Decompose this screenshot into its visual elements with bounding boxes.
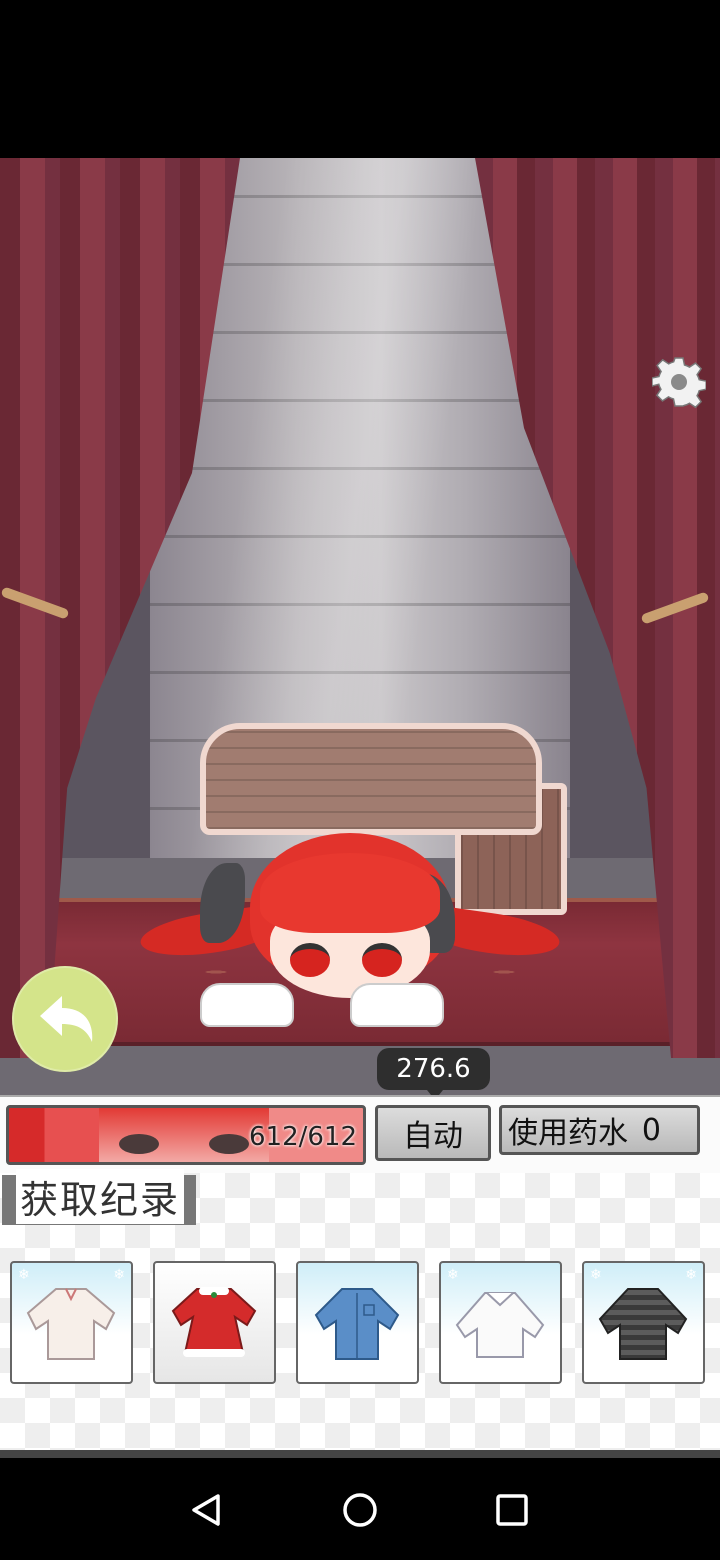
records-panel: 获取纪录 ❄ ❄ ❄ ❄ ❄ — [0, 1169, 720, 1450]
hp-value: 612/612 — [248, 1122, 357, 1152]
fringe — [260, 853, 440, 933]
snowflake-icon: ❄ — [113, 1267, 125, 1283]
outfit-item-white-collar-shirt[interactable]: ❄ — [439, 1261, 562, 1384]
records-title: 获取纪录 — [16, 1169, 185, 1224]
auto-button[interactable]: 自动 — [375, 1105, 491, 1161]
portrait-eye-right — [209, 1134, 249, 1154]
snowflake-icon: ❄ — [685, 1267, 697, 1283]
use-potion-button[interactable]: 使用药水 0 — [499, 1105, 700, 1155]
triangle-back-icon — [192, 1494, 220, 1526]
gear-icon — [651, 357, 707, 409]
outfit-item-white-blouse[interactable]: ❄ ❄ — [10, 1261, 133, 1384]
striped-sweater-icon — [598, 1288, 688, 1360]
collar-shirt-icon — [455, 1292, 545, 1358]
portrait-eye-left — [119, 1134, 159, 1154]
snowflake-icon: ❄ — [590, 1267, 602, 1283]
hp-bar: 612/612 — [6, 1105, 366, 1165]
auto-button-label: 自动 — [403, 1119, 463, 1154]
damage-popup: 276.6 — [377, 1048, 490, 1100]
status-bar-area — [0, 0, 720, 158]
records-title-box: 获取纪录 — [2, 1169, 196, 1225]
blouse-icon — [26, 1288, 116, 1360]
game-scene[interactable] — [0, 158, 720, 1095]
divider — [0, 1450, 720, 1458]
system-nav-bar — [0, 1458, 720, 1560]
eye-right — [362, 943, 402, 977]
santa-dress-icon — [171, 1287, 257, 1357]
settings-button[interactable] — [651, 355, 707, 409]
square-recent-icon — [496, 1494, 528, 1526]
control-bar: 612/612 自动 使用药水 0 — [0, 1095, 720, 1175]
demon-girl-character[interactable] — [137, 833, 563, 1033]
outfit-item-blue-shirt-dress[interactable] — [296, 1261, 419, 1384]
hp-bar-portrait — [99, 1108, 269, 1162]
eye-left — [290, 943, 330, 977]
nav-recent-button[interactable] — [488, 1486, 536, 1534]
damage-value: 276.6 — [396, 1054, 471, 1084]
outfit-item-santa-dress[interactable] — [153, 1261, 276, 1384]
nav-back-button[interactable] — [182, 1486, 230, 1534]
snowflake-icon: ❄ — [18, 1267, 30, 1283]
box-lid — [200, 723, 542, 835]
sleeve-right — [350, 983, 444, 1027]
potion-button-label: 使用药水 — [508, 1116, 628, 1151]
blue-shirt-icon — [314, 1288, 400, 1360]
back-button[interactable] — [12, 966, 118, 1072]
sleeve-left — [200, 983, 294, 1027]
circle-home-icon — [343, 1493, 377, 1527]
nav-home-button[interactable] — [336, 1486, 384, 1534]
back-arrow-icon — [40, 996, 93, 1042]
potion-count: 0 — [641, 1112, 661, 1148]
outfit-item-striped-sweater[interactable]: ❄ ❄ — [582, 1261, 705, 1384]
snowflake-icon: ❄ — [447, 1267, 459, 1283]
